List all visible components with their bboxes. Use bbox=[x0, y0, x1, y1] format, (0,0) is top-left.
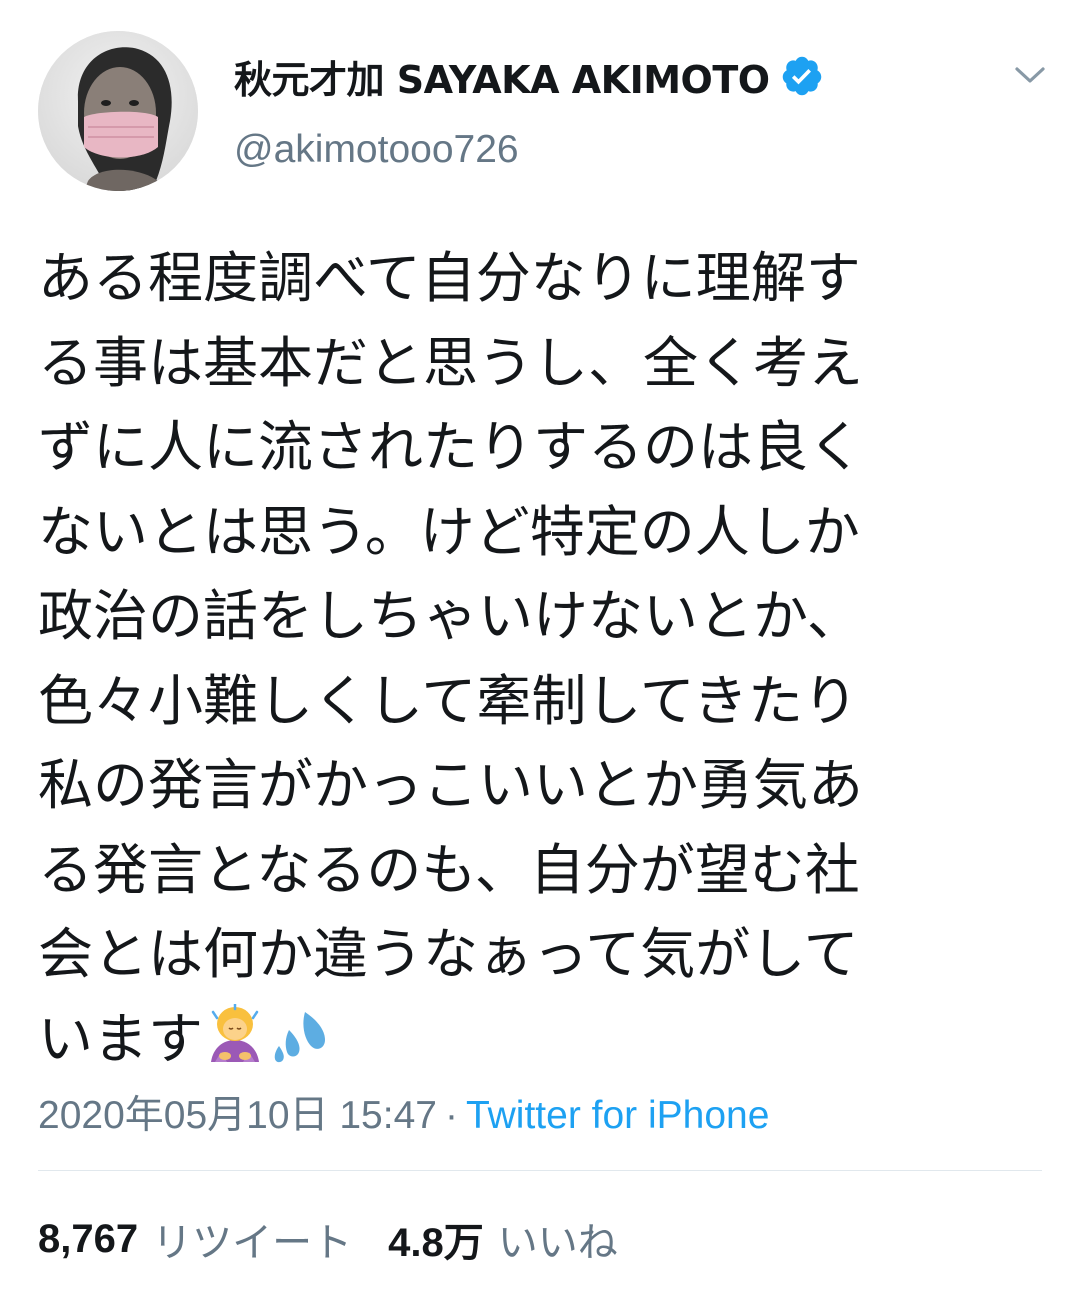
verified-badge-icon bbox=[780, 54, 824, 98]
tweet-text-line: 政治の話をしちゃいけないとか、 bbox=[38, 584, 862, 648]
tweet-text-line: る発言となるのも、自分が望む社 bbox=[38, 837, 860, 902]
tweet-text-line: ずに人に流されたりするのは良く bbox=[38, 415, 864, 479]
tweet-source-link[interactable]: Twitter for iPhone bbox=[466, 1094, 769, 1137]
likes-count: 4.8万 bbox=[388, 1221, 484, 1265]
tweet-text-line: ある程度調べて自分なりに理解す bbox=[38, 246, 861, 310]
tweet-stats: 8,767 リツイート 4.8万 いいね bbox=[38, 1210, 618, 1268]
tweet-meta: 2020年05月10日 15:47 · Twitter for iPhone bbox=[38, 1084, 769, 1140]
author-handle[interactable]: @akimotooo726 bbox=[234, 128, 519, 172]
woman-bowing-emoji-icon bbox=[205, 1002, 265, 1063]
tweet-text-last-line: います bbox=[38, 997, 1042, 1082]
display-name[interactable]: 秋元才加 SAYAKA AKIMOTO bbox=[234, 49, 770, 104]
sweat-droplets-emoji-icon bbox=[271, 1003, 327, 1062]
likes-label: いいね bbox=[497, 1221, 618, 1265]
tweet-text-line: 色々小難しくして牽制してきたり bbox=[38, 668, 859, 733]
tweet-timestamp[interactable]: 2020年05月10日 15:47 bbox=[38, 1094, 437, 1137]
retweets-label: リツイート bbox=[152, 1221, 353, 1265]
tweet-text: ある程度調べて自分なりに理解す る事は基本だと思うし、全く考え ずに人に流された… bbox=[38, 236, 1042, 1081]
tweet-text-line: 会とは何か違うなぁって気がして bbox=[38, 922, 859, 986]
likes-stat[interactable]: 4.8万 いいね bbox=[388, 1210, 618, 1268]
tweet-text-line: います bbox=[38, 1006, 204, 1071]
tweet-detail: 秋元才加 SAYAKA AKIMOTO @akimotooo726 ある程度調べ… bbox=[0, 0, 1080, 1298]
profile-photo-icon bbox=[38, 31, 198, 191]
retweets-count: 8,767 bbox=[38, 1216, 139, 1261]
tweet-text-line: 私の発言がかっこいいとか勇気あ bbox=[38, 753, 864, 817]
author-name-row[interactable]: 秋元才加 SAYAKA AKIMOTO bbox=[234, 48, 824, 104]
tweet-text-line: る事は基本だと思うし、全く考え bbox=[38, 330, 864, 395]
retweets-stat[interactable]: 8,767 リツイート bbox=[38, 1210, 352, 1268]
tweet-text-line: ないとは思う。けど特定の人しか bbox=[38, 499, 860, 564]
divider bbox=[38, 1170, 1042, 1171]
chevron-down-icon[interactable] bbox=[1012, 60, 1048, 90]
avatar[interactable] bbox=[38, 31, 198, 191]
meta-separator: · bbox=[444, 1094, 458, 1137]
